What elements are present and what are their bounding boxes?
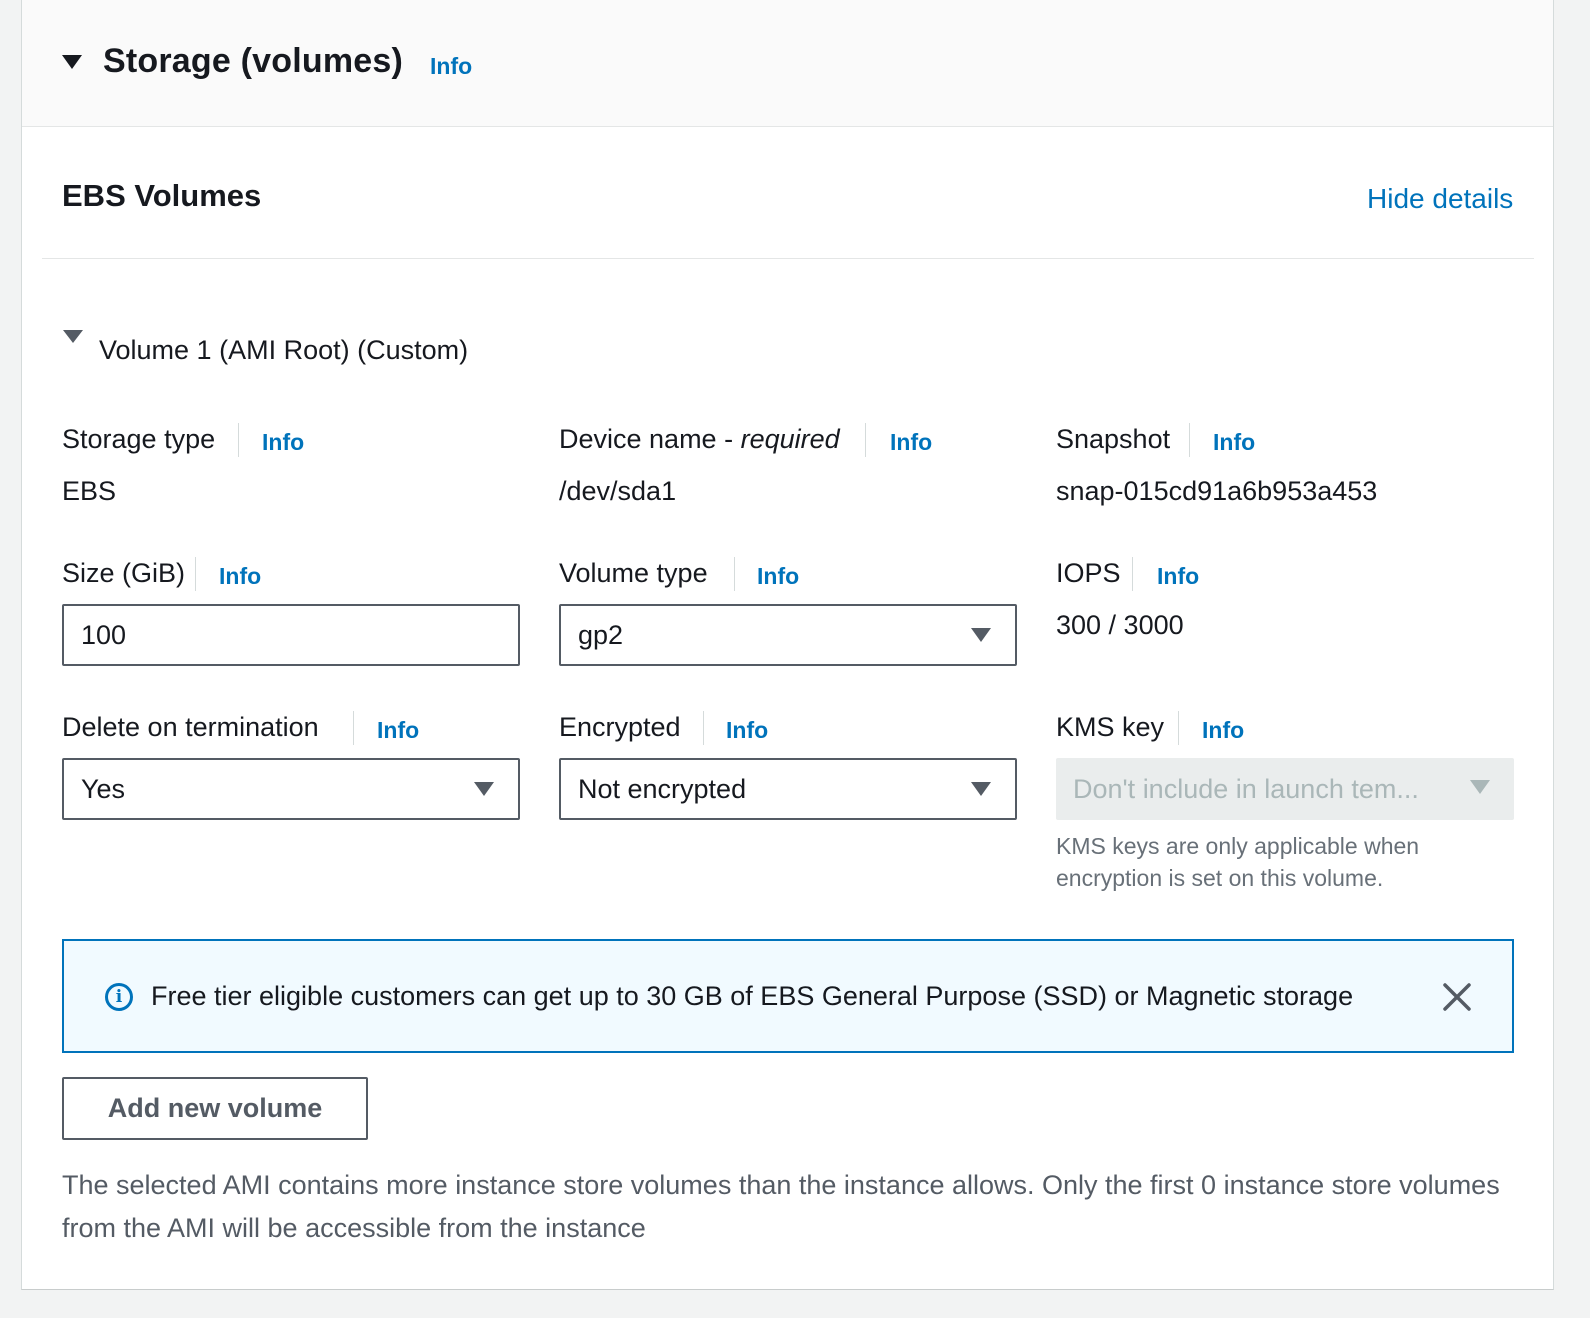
dropdown-triangle-icon bbox=[1470, 780, 1490, 794]
storage-section-header[interactable]: Storage (volumes) Info bbox=[22, 0, 1553, 127]
storage-type-label: Storage type bbox=[62, 424, 216, 454]
storage-type-value: EBS bbox=[62, 476, 117, 506]
encrypted-label: Encrypted bbox=[559, 712, 681, 742]
storage-panel: Storage (volumes) Info EBS Volumes Hide … bbox=[21, 0, 1554, 1290]
add-new-volume-button[interactable]: Add new volume bbox=[62, 1077, 368, 1140]
delete-on-termination-info-link[interactable]: Info bbox=[377, 717, 419, 744]
encrypted-value: Not encrypted bbox=[578, 774, 747, 804]
required-marker: required bbox=[740, 424, 840, 454]
delete-on-termination-value: Yes bbox=[81, 774, 126, 804]
volume-type-select[interactable]: gp2 bbox=[559, 604, 1017, 666]
section-info-link[interactable]: Info bbox=[430, 53, 472, 80]
instance-store-footnote: The selected AMI contains more instance … bbox=[62, 1170, 1500, 1243]
snapshot-info-link[interactable]: Info bbox=[1213, 429, 1255, 456]
separator bbox=[195, 557, 196, 591]
device-name-label: Device name - required bbox=[559, 424, 840, 454]
snapshot-label: Snapshot bbox=[1056, 424, 1171, 454]
iops-info-link[interactable]: Info bbox=[1157, 563, 1199, 590]
kms-key-value: Don't include in launch tem... bbox=[1073, 774, 1419, 804]
iops-label: IOPS bbox=[1056, 558, 1121, 588]
volume-type-value: gp2 bbox=[578, 620, 624, 650]
volume-type-label: Volume type bbox=[559, 558, 708, 588]
snapshot-value: snap-015cd91a6b953a453 bbox=[1056, 476, 1378, 506]
iops-value: 300 / 3000 bbox=[1056, 610, 1184, 640]
kms-key-select: Don't include in launch tem... bbox=[1056, 758, 1514, 820]
divider bbox=[42, 258, 1534, 259]
separator bbox=[353, 711, 354, 745]
kms-key-hint: KMS keys are only applicable when encryp… bbox=[1056, 833, 1420, 891]
storage-type-info-link[interactable]: Info bbox=[262, 429, 304, 456]
volume-type-info-link[interactable]: Info bbox=[757, 563, 799, 590]
volume-caret-icon[interactable] bbox=[63, 330, 83, 343]
size-info-link[interactable]: Info bbox=[219, 563, 261, 590]
info-circle-icon: i bbox=[105, 983, 133, 1011]
ebs-volumes-title: EBS Volumes bbox=[62, 178, 262, 213]
kms-key-info-link[interactable]: Info bbox=[1202, 717, 1244, 744]
device-name-info-link[interactable]: Info bbox=[890, 429, 932, 456]
encrypted-select[interactable]: Not encrypted bbox=[559, 758, 1017, 820]
size-label: Size (GiB) bbox=[62, 558, 186, 588]
kms-key-label: KMS key bbox=[1056, 712, 1165, 742]
caret-down-icon[interactable] bbox=[62, 55, 82, 69]
separator bbox=[703, 711, 704, 745]
encrypted-info-link[interactable]: Info bbox=[726, 717, 768, 744]
size-input[interactable]: 100 bbox=[62, 604, 520, 666]
dropdown-triangle-icon bbox=[474, 782, 494, 796]
separator bbox=[238, 423, 239, 457]
free-tier-alert: i Free tier eligible customers can get u… bbox=[62, 939, 1514, 1053]
separator bbox=[1178, 711, 1179, 745]
device-name-value: /dev/sda1 bbox=[559, 476, 677, 506]
section-title: Storage (volumes) bbox=[103, 42, 404, 80]
alert-text: Free tier eligible customers can get up … bbox=[151, 981, 1354, 1011]
separator bbox=[734, 557, 735, 591]
separator bbox=[1132, 557, 1133, 591]
delete-on-termination-select[interactable]: Yes bbox=[62, 758, 520, 820]
delete-on-termination-label: Delete on termination bbox=[62, 712, 319, 742]
dropdown-triangle-icon bbox=[971, 628, 991, 642]
hide-details-link[interactable]: Hide details bbox=[1367, 183, 1513, 215]
close-icon[interactable] bbox=[1440, 980, 1474, 1014]
dropdown-triangle-icon bbox=[971, 782, 991, 796]
separator bbox=[1189, 423, 1190, 457]
separator bbox=[865, 423, 866, 457]
volume-title: Volume 1 (AMI Root) (Custom) bbox=[99, 335, 469, 365]
